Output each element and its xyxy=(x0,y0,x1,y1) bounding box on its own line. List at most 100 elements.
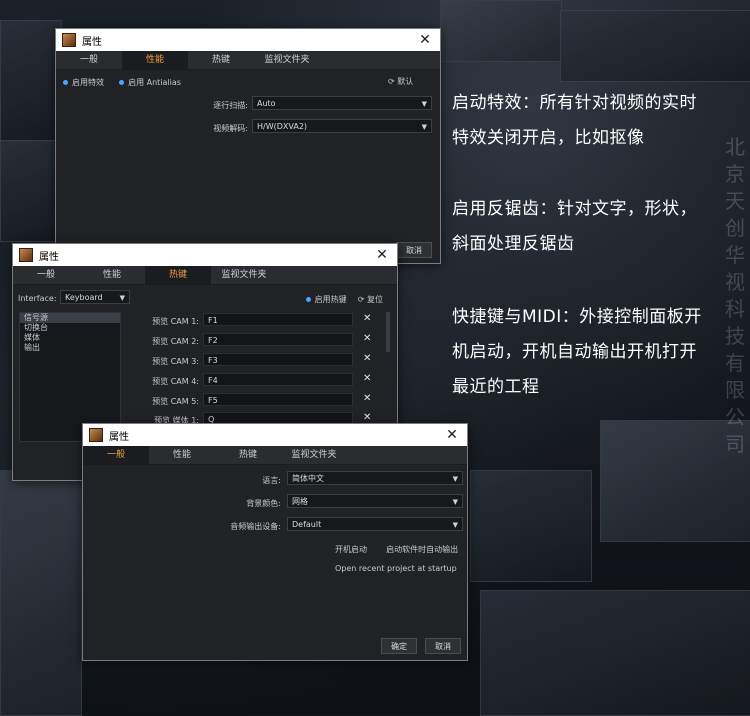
open-recent-checkbox[interactable]: Open recent project at startup xyxy=(335,564,465,573)
tab-general[interactable]: 一般 xyxy=(56,51,122,69)
description-line: 特效关闭开启，比如抠像 xyxy=(452,128,645,148)
hotkey-label: 预览 CAM 1: xyxy=(152,317,199,326)
close-icon[interactable]: ✕ xyxy=(410,29,440,51)
audio-device-select[interactable]: Default ▼ xyxy=(287,517,463,531)
properties-dialog-performance: 属性 ✕ 一般 性能 热键 监视文件夹 启用特效 启用 Antialias ⟳ … xyxy=(55,28,441,264)
effects-option[interactable]: 启用特效 启用 Antialias xyxy=(63,77,440,88)
tab-general[interactable]: 一般 xyxy=(13,266,79,284)
reset-label[interactable]: 复位 xyxy=(367,295,383,304)
close-icon[interactable]: ✕ xyxy=(437,424,467,446)
radio-icon[interactable] xyxy=(305,297,311,302)
list-item[interactable]: 切换台 xyxy=(20,323,120,333)
description-line: 斜面处理反锯齿 xyxy=(452,234,575,254)
bg-color-value: 网格 xyxy=(292,497,308,506)
dialog-title: 属性 xyxy=(82,36,102,48)
chevron-down-icon: ▼ xyxy=(421,100,427,108)
reset-label: 默认 xyxy=(397,77,414,86)
tab-bar: 一般 性能 热键 监视文件夹 xyxy=(56,51,440,70)
delete-icon[interactable]: ✕ xyxy=(363,313,371,324)
interface-label: Interface: xyxy=(18,294,57,303)
delete-icon[interactable]: ✕ xyxy=(363,353,371,364)
bg-color-select[interactable]: 网格 ▼ xyxy=(287,494,463,508)
app-icon xyxy=(62,33,76,47)
enable-hotkeys-label: 启用热键 xyxy=(314,295,347,304)
decode-select[interactable]: H/W(DXVA2) ▼ xyxy=(252,119,432,133)
antialias-label: 启用 Antialias xyxy=(128,78,181,87)
watermark-char: 北 xyxy=(725,135,745,159)
decode-value: H/W(DXVA2) xyxy=(257,122,308,131)
close-icon[interactable]: ✕ xyxy=(367,244,397,266)
hotkey-field[interactable]: F3 xyxy=(203,353,353,366)
hotkey-field[interactable]: F2 xyxy=(203,333,353,346)
bg-cube xyxy=(0,20,62,142)
list-item[interactable]: 输出 xyxy=(20,343,120,353)
scrollbar[interactable] xyxy=(386,312,390,352)
titlebar: 属性 ✕ xyxy=(56,29,440,51)
hotkey-field[interactable]: F4 xyxy=(203,373,353,386)
bg-cube xyxy=(480,590,750,716)
chevron-down-icon: ▼ xyxy=(452,498,458,506)
tab-performance[interactable]: 性能 xyxy=(79,266,145,284)
watermark-char: 京 xyxy=(725,162,745,186)
bg-cube xyxy=(0,140,57,242)
description-line: 启动特效：所有针对视频的实时 xyxy=(452,93,697,113)
list-item[interactable]: 媒体 xyxy=(20,333,120,343)
scan-value: Auto xyxy=(257,99,276,108)
language-value: 简体中文 xyxy=(292,474,324,483)
chevron-down-icon: ▼ xyxy=(119,294,125,302)
list-item[interactable]: 信号源 xyxy=(20,313,120,323)
hotkey-label: 预览 CAM 2: xyxy=(152,337,199,346)
hotkey-field[interactable]: F5 xyxy=(203,393,353,406)
titlebar: 属性 ✕ xyxy=(83,424,467,446)
interface-select[interactable]: Keyboard ▼ xyxy=(60,290,130,304)
watermark-char: 限 xyxy=(725,378,745,402)
delete-icon[interactable]: ✕ xyxy=(363,412,371,423)
titlebar: 属性 ✕ xyxy=(13,244,397,266)
reset-default-button[interactable]: ⟳ 默认 xyxy=(388,76,428,87)
dialog-title: 属性 xyxy=(39,251,59,263)
tab-hotkeys[interactable]: 热键 xyxy=(145,266,211,284)
language-select[interactable]: 简体中文 ▼ xyxy=(287,471,463,485)
tab-watch-folders[interactable]: 监视文件夹 xyxy=(281,446,347,464)
tab-performance[interactable]: 性能 xyxy=(149,446,215,464)
effects-label: 启用特效 xyxy=(72,78,104,87)
app-icon xyxy=(19,248,33,262)
cancel-button[interactable]: 取消 xyxy=(396,242,432,258)
audio-device-value: Default xyxy=(292,520,322,529)
reset-icon: ⟳ xyxy=(388,77,395,86)
delete-icon[interactable]: ✕ xyxy=(363,373,371,384)
radio-icon xyxy=(63,80,68,85)
startup-options: 开机启动 启动软件时自动输出 xyxy=(335,544,465,555)
tab-hotkeys[interactable]: 热键 xyxy=(188,51,254,69)
reset-icon[interactable]: ⟳ xyxy=(358,295,365,304)
auto-output-checkbox[interactable]: 启动软件时自动输出 xyxy=(386,545,458,554)
ok-button[interactable]: 确定 xyxy=(381,638,417,654)
tab-hotkeys[interactable]: 热键 xyxy=(215,446,281,464)
watermark-char: 科 xyxy=(725,297,745,321)
bg-cube xyxy=(0,470,82,716)
tab-general[interactable]: 一般 xyxy=(83,446,149,464)
radio-icon xyxy=(119,80,125,85)
watermark-char: 创 xyxy=(725,216,745,240)
hotkey-field[interactable]: F1 xyxy=(203,313,353,326)
startup-checkbox[interactable]: 开机启动 xyxy=(335,545,367,554)
antialias-description: 启用反锯齿：针对文字，形状， 斜面处理反锯齿 xyxy=(452,192,697,262)
audio-device-label: 音频输出设备: xyxy=(230,522,281,531)
description-line: 最近的工程 xyxy=(452,377,540,397)
tab-watch-folders[interactable]: 监视文件夹 xyxy=(254,51,320,69)
properties-dialog-general: 属性 ✕ 一般 性能 热键 监视文件夹 语言: 简体中文 ▼ 背景颜色: 网格 … xyxy=(82,423,468,661)
hotkey-description: 快捷键与MIDI：外接控制面板开 机启动，开机自动输出开机打开 最近的工程 xyxy=(452,300,702,405)
decode-label: 视频解码: xyxy=(213,124,248,133)
watermark-char: 天 xyxy=(725,189,745,213)
cancel-button[interactable]: 取消 xyxy=(425,638,461,654)
tab-watch-folders[interactable]: 监视文件夹 xyxy=(211,266,277,284)
watermark-char: 公 xyxy=(725,405,745,429)
delete-icon[interactable]: ✕ xyxy=(363,333,371,344)
tab-performance[interactable]: 性能 xyxy=(122,51,188,69)
delete-icon[interactable]: ✕ xyxy=(363,393,371,404)
scan-select[interactable]: Auto ▼ xyxy=(252,96,432,110)
tab-bar: 一般 性能 热键 监视文件夹 xyxy=(13,266,397,285)
company-watermark: 北 京 天 创 华 视 科 技 有 限 公 司 xyxy=(722,134,748,458)
watermark-char: 技 xyxy=(725,324,745,348)
description-line: 机启动，开机自动输出开机打开 xyxy=(452,342,697,362)
